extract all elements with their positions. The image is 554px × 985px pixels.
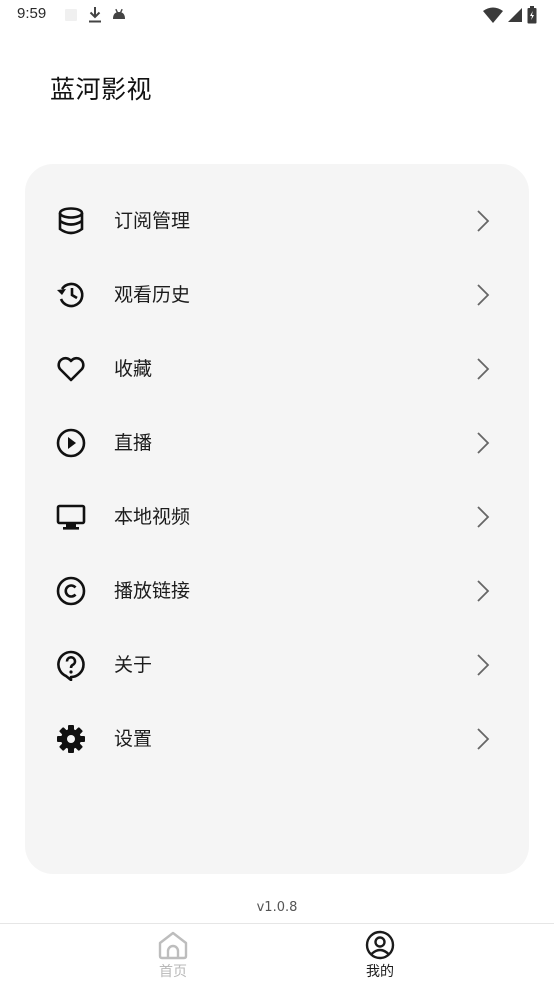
play-circle-icon — [55, 427, 87, 459]
heart-icon — [55, 353, 87, 385]
menu-item-settings[interactable]: 设置 — [25, 708, 529, 770]
chevron-right-icon — [473, 357, 493, 381]
menu-item-favorites[interactable]: 收藏 — [25, 338, 529, 400]
menu-item-label: 观看历史 — [114, 284, 191, 306]
nav-item-home[interactable]: 首页 — [133, 930, 213, 984]
menu-item-about[interactable]: 关于 — [25, 634, 529, 696]
notification-icons — [64, 6, 126, 28]
menu-item-label: 设置 — [114, 728, 153, 750]
chevron-right-icon — [473, 505, 493, 529]
version-label: v1.0.8 — [256, 900, 298, 915]
chevron-right-icon — [473, 431, 493, 455]
menu-item-label: 收藏 — [114, 358, 153, 380]
question-icon — [55, 649, 87, 682]
menu-item-local-video[interactable]: 本地视频 — [25, 486, 529, 548]
menu-item-label: 播放链接 — [114, 580, 191, 602]
menu-item-play-link[interactable]: 播放链接 — [25, 560, 529, 622]
menu-item-label: 本地视频 — [114, 506, 191, 528]
chevron-right-icon — [473, 209, 493, 233]
system-icons — [483, 6, 537, 28]
status-time: 9:59 — [17, 5, 47, 22]
status-bar: 9:59 — [0, 0, 554, 32]
user-circle-icon — [340, 930, 420, 960]
download-icon — [88, 6, 102, 28]
chevron-right-icon — [473, 579, 493, 603]
gear-icon — [55, 723, 87, 755]
bottom-nav: 首页 我的 — [0, 923, 554, 985]
android-icon — [112, 7, 126, 27]
wifi-icon — [483, 7, 503, 27]
page-title: 蓝河影视 — [50, 75, 153, 104]
battery-icon — [527, 6, 537, 28]
signal-icon — [507, 7, 523, 27]
menu-item-subscription[interactable]: 订阅管理 — [25, 190, 529, 252]
menu-card: 订阅管理 观看历史 收藏 直播 本地视频 播放链接 关于 设置 — [25, 164, 529, 874]
menu-item-history[interactable]: 观看历史 — [25, 264, 529, 326]
chevron-right-icon — [473, 727, 493, 751]
chevron-right-icon — [473, 283, 493, 307]
database-icon — [55, 205, 87, 237]
menu-item-label: 直播 — [114, 432, 153, 454]
menu-item-label: 订阅管理 — [114, 210, 191, 232]
menu-item-live[interactable]: 直播 — [25, 412, 529, 474]
menu-item-label: 关于 — [114, 654, 153, 676]
home-icon — [133, 930, 213, 960]
history-icon — [55, 279, 87, 311]
chevron-right-icon — [473, 653, 493, 677]
nav-item-label: 我的 — [366, 964, 394, 980]
copyright-icon — [55, 575, 87, 607]
blank-square-icon — [64, 7, 78, 27]
nav-item-mine[interactable]: 我的 — [340, 930, 420, 984]
monitor-icon — [55, 501, 87, 533]
nav-item-label: 首页 — [159, 964, 187, 980]
